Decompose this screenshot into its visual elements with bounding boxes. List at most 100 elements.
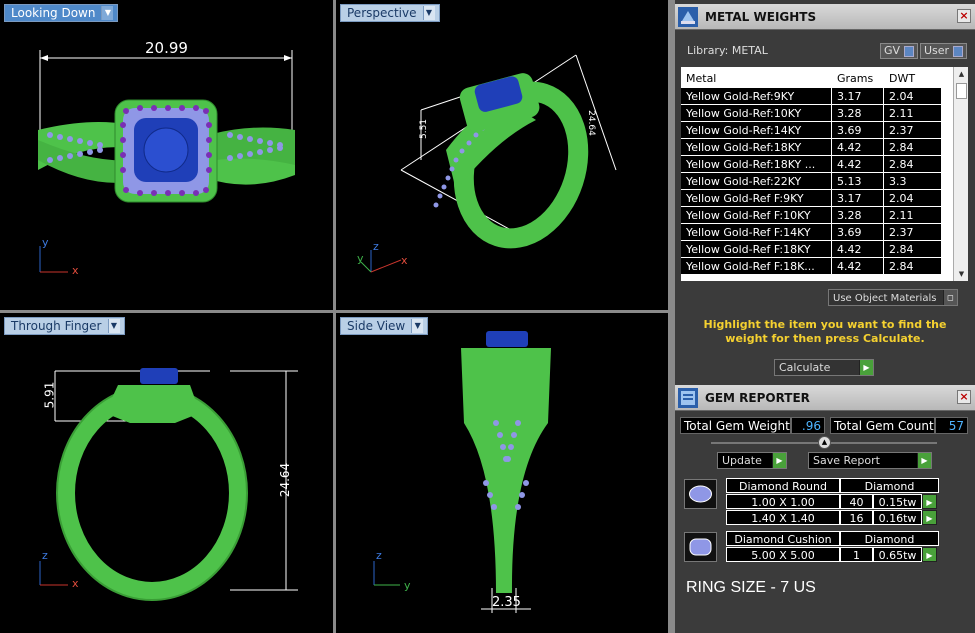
metal-table-scrollbar[interactable]: ▲ ▼ — [953, 67, 968, 281]
dwt-cell: 2.84 — [884, 156, 942, 172]
user-toggle[interactable]: User — [920, 43, 968, 59]
grams-cell: 3.28 — [832, 105, 884, 121]
save-report-label: Save Report — [813, 454, 880, 467]
axis-y-label: y — [404, 579, 411, 592]
table-row[interactable]: Yellow Gold-Ref:9KY 3.17 2.04 — [681, 88, 968, 105]
total-gem-count-label: Total Gem Count — [830, 417, 935, 434]
grams-cell: 3.28 — [832, 207, 884, 223]
table-row[interactable]: Yellow Gold-Ref F:10KY 3.28 2.11 — [681, 207, 968, 224]
viewport-through-finger[interactable]: Through Finger ▼ 5.91 24.64 z x — [0, 313, 333, 633]
dwt-cell: 2.84 — [884, 258, 942, 274]
viewport-label: Looking Down — [11, 6, 96, 20]
select-gem-play-icon[interactable]: ▶ — [922, 510, 937, 525]
chevron-down-icon[interactable]: ▼ — [422, 6, 435, 20]
calculate-button[interactable]: Calculate ▶ — [774, 359, 874, 376]
viewport-looking-down[interactable]: Looking Down ▼ 20.99 y x — [0, 0, 333, 310]
table-row[interactable]: Yellow Gold-Ref F:9KY 3.17 2.04 — [681, 190, 968, 207]
play-icon: ▶ — [772, 453, 786, 468]
update-label: Update — [722, 454, 762, 467]
gem-shape-cell: Diamond Round — [726, 478, 840, 493]
total-gem-weight-value: .96 — [791, 417, 825, 434]
gem-reporter-title: GEM REPORTER — [705, 391, 810, 405]
grams-cell: 4.42 — [832, 139, 884, 155]
axis-y-label: y — [357, 252, 364, 265]
cushion-gem-icon[interactable] — [684, 532, 717, 562]
table-row[interactable]: Yellow Gold-Ref:22KY 5.13 3.3 — [681, 173, 968, 190]
col-dwt[interactable]: DWT — [884, 67, 942, 88]
scroll-thumb[interactable] — [956, 83, 967, 99]
viewport-side-view[interactable]: Side View ▼ 2.35 z y — [336, 313, 668, 633]
viewport-tab-perspective[interactable]: Perspective ▼ — [340, 4, 440, 22]
library-label: Library: METAL — [687, 44, 768, 57]
grams-cell: 5.13 — [832, 173, 884, 189]
close-icon[interactable]: × — [957, 9, 971, 23]
col-grams[interactable]: Grams — [832, 67, 884, 88]
grams-cell: 4.42 — [832, 241, 884, 257]
update-button[interactable]: Update ▶ — [717, 452, 787, 469]
metal-name-cell: Yellow Gold-Ref:22KY — [681, 173, 832, 189]
gem-weight-cell: 0.15tw — [873, 494, 922, 509]
viewport-perspective[interactable]: Perspective ▼ 5.51 24.64 z y x — [336, 0, 668, 310]
splitter-handle-icon[interactable]: ▲ — [818, 436, 831, 449]
gem-count-cell: 40 — [840, 494, 873, 509]
table-row[interactable]: Yellow Gold-Ref:14KY 3.69 2.37 — [681, 122, 968, 139]
table-row[interactable]: Yellow Gold-Ref:18KY 4.42 2.84 — [681, 139, 968, 156]
save-report-button[interactable]: Save Report ▶ — [808, 452, 932, 469]
play-icon: ▶ — [859, 360, 873, 375]
axis-x-label: x — [401, 254, 408, 267]
select-gem-play-icon[interactable]: ▶ — [922, 494, 937, 509]
use-object-materials-button[interactable]: Use Object Materials ◻ — [828, 289, 958, 306]
table-row[interactable]: Yellow Gold-Ref F:18K... 4.42 2.84 — [681, 258, 968, 275]
col-metal[interactable]: Metal — [681, 67, 832, 88]
gem-size-cell: 1.00 X 1.00 — [726, 494, 840, 509]
viewport-tab-looking-down[interactable]: Looking Down ▼ — [4, 4, 119, 22]
toggle-square-icon — [953, 45, 964, 57]
chevron-down-icon[interactable]: ▼ — [411, 319, 424, 333]
dimension-head-height: 5.91 — [42, 381, 57, 409]
grams-cell: 4.42 — [832, 156, 884, 172]
scroll-down-icon[interactable]: ▼ — [954, 267, 968, 281]
dwt-cell: 2.11 — [884, 207, 942, 223]
close-icon[interactable]: × — [957, 390, 971, 404]
scroll-up-icon[interactable]: ▲ — [954, 67, 968, 81]
viewport-label: Side View — [347, 319, 406, 333]
gem-reporter-header: GEM REPORTER × — [675, 385, 975, 411]
metal-name-cell: Yellow Gold-Ref:18KY ... — [681, 156, 832, 172]
table-row[interactable]: Yellow Gold-Ref:10KY 3.28 2.11 — [681, 105, 968, 122]
table-row[interactable]: Yellow Gold-Ref F:18KY 4.42 2.84 — [681, 241, 968, 258]
play-icon: ▶ — [917, 453, 931, 468]
dwt-cell: 2.37 — [884, 224, 942, 240]
gem-type-cell: Diamond — [840, 478, 939, 493]
gv-toggle[interactable]: GV — [880, 43, 919, 59]
chevron-down-icon[interactable]: ▼ — [107, 319, 120, 333]
user-label: User — [924, 44, 950, 57]
dimension-width: 20.99 — [145, 39, 188, 57]
dwt-cell: 2.84 — [884, 139, 942, 155]
table-row[interactable]: Yellow Gold-Ref:18KY ... 4.42 2.84 — [681, 156, 968, 173]
metal-name-cell: Yellow Gold-Ref:14KY — [681, 122, 832, 138]
gem-shape-cell: Diamond Cushion — [726, 531, 840, 546]
metal-name-cell: Yellow Gold-Ref F:9KY — [681, 190, 832, 206]
viewport-label: Perspective — [347, 6, 417, 20]
gem-size-cell: 1.40 X 1.40 — [726, 510, 840, 525]
axis-x-label: x — [72, 264, 79, 277]
round-gem-icon[interactable] — [684, 479, 717, 509]
gem-count-cell: 16 — [840, 510, 873, 525]
total-gem-weight-label: Total Gem Weight — [680, 417, 791, 434]
axis-y-label: y — [42, 236, 49, 249]
gem-list: Diamond Round Diamond 1.00 X 1.00 40 0.1… — [679, 472, 973, 633]
chevron-down-icon[interactable]: ▼ — [101, 6, 114, 20]
scale-icon — [678, 7, 698, 27]
viewport-tab-side-view[interactable]: Side View ▼ — [340, 317, 429, 335]
axis-x-label: x — [72, 577, 79, 590]
gem-weight-cell: 0.65tw — [873, 547, 922, 562]
axis-z-label: z — [376, 549, 382, 562]
viewport-tab-through-finger[interactable]: Through Finger ▼ — [4, 317, 125, 335]
select-gem-play-icon[interactable]: ▶ — [922, 547, 937, 562]
dwt-cell: 2.84 — [884, 241, 942, 257]
metal-table[interactable]: Metal Grams DWT Yellow Gold-Ref:9KY 3.17 2… — [681, 67, 968, 281]
table-row[interactable]: Yellow Gold-Ref F:14KY 3.69 2.37 — [681, 224, 968, 241]
metal-name-cell: Yellow Gold-Ref F:10KY — [681, 207, 832, 223]
metal-name-cell: Yellow Gold-Ref F:18KY — [681, 241, 832, 257]
toggle-icon: ◻ — [943, 290, 957, 305]
